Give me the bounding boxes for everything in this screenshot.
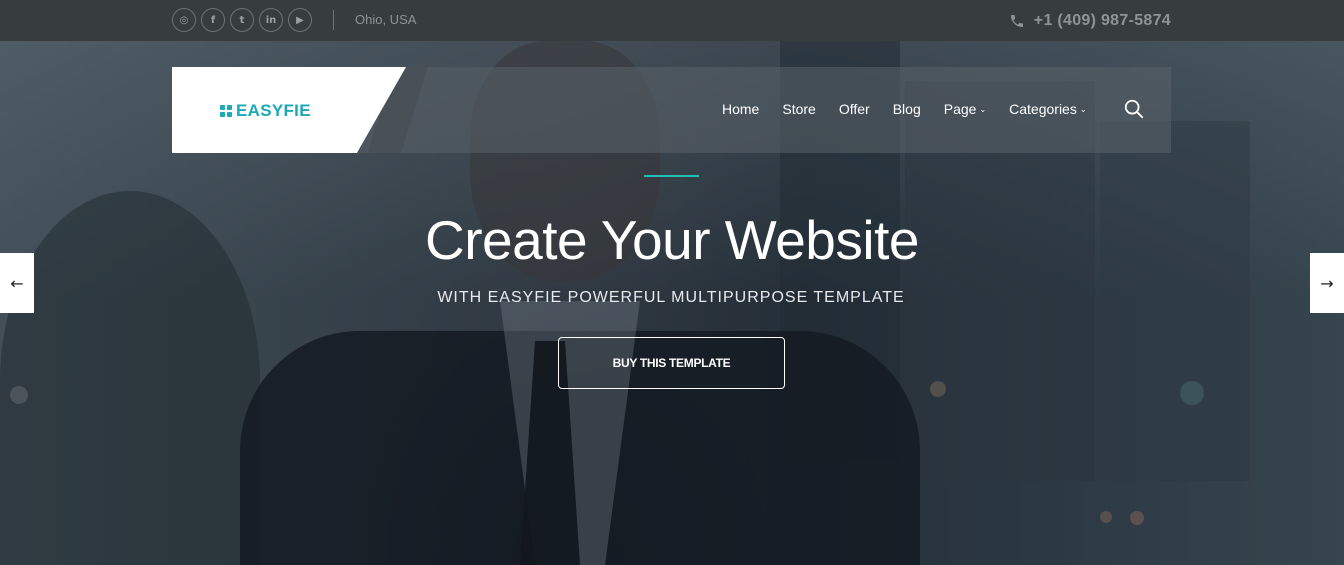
nav-item-store[interactable]: Store	[782, 101, 815, 117]
nav-item-label: Offer	[838, 101, 870, 117]
nav-item-label: Blog	[892, 101, 921, 117]
location-text: Ohio, USA	[355, 12, 417, 27]
top-bar: ◎ f t in ▶ Ohio, USA +1 (409) 987-5874	[0, 0, 1344, 41]
slider-prev-button[interactable]: ←	[0, 253, 34, 313]
facebook-icon[interactable]: f	[201, 8, 225, 32]
phone-icon	[1010, 15, 1023, 27]
nav-item-label: Page	[943, 101, 977, 117]
social-links: ◎ f t in ▶	[172, 8, 312, 32]
logo[interactable]: EASYFIE	[220, 101, 311, 121]
hero-title: Create Your Website	[425, 209, 919, 271]
youtube-icon[interactable]: ▶	[288, 8, 312, 32]
phone-contact[interactable]: +1 (409) 987-5874	[1009, 12, 1171, 30]
nav-item-label: Categories	[1009, 101, 1077, 117]
nav-item-home[interactable]: Home	[722, 101, 759, 117]
chevron-down-icon: ⌄	[1079, 104, 1087, 114]
phone-number: +1 (409) 987-5874	[1033, 12, 1171, 29]
main-navbar: EASYFIE Home Store Offer Blog Page ⌄ Cate…	[172, 67, 1171, 153]
nav-menu: Home Store Offer Blog Page ⌄ Categories ⌄	[722, 101, 1110, 117]
instagram-icon[interactable]: ◎	[172, 8, 196, 32]
arrow-left-icon: ←	[10, 273, 24, 293]
logo-mark-icon	[220, 104, 233, 118]
arrow-right-icon: →	[1320, 273, 1334, 293]
nav-item-blog[interactable]: Blog	[893, 101, 921, 117]
linkedin-icon[interactable]: in	[259, 8, 283, 32]
nav-item-categories[interactable]: Categories ⌄	[1009, 101, 1086, 117]
hero-subtitle: WITH EASYFIE POWERFUL MULTIPURPOSE TEMPL…	[437, 289, 905, 306]
accent-line	[644, 175, 699, 177]
chevron-down-icon: ⌄	[979, 104, 987, 114]
topbar-divider	[333, 10, 334, 30]
nav-item-label: Store	[782, 101, 816, 117]
slider-next-button[interactable]: →	[1310, 253, 1344, 313]
logo-text: EASYFIE	[236, 101, 311, 120]
nav-item-offer[interactable]: Offer	[839, 101, 870, 117]
nav-item-label: Home	[722, 101, 760, 117]
buy-template-button[interactable]: BUY THIS TEMPLATE	[558, 337, 785, 389]
twitter-icon[interactable]: t	[230, 8, 254, 32]
search-icon[interactable]	[1123, 98, 1145, 120]
nav-item-page[interactable]: Page ⌄	[944, 101, 986, 117]
